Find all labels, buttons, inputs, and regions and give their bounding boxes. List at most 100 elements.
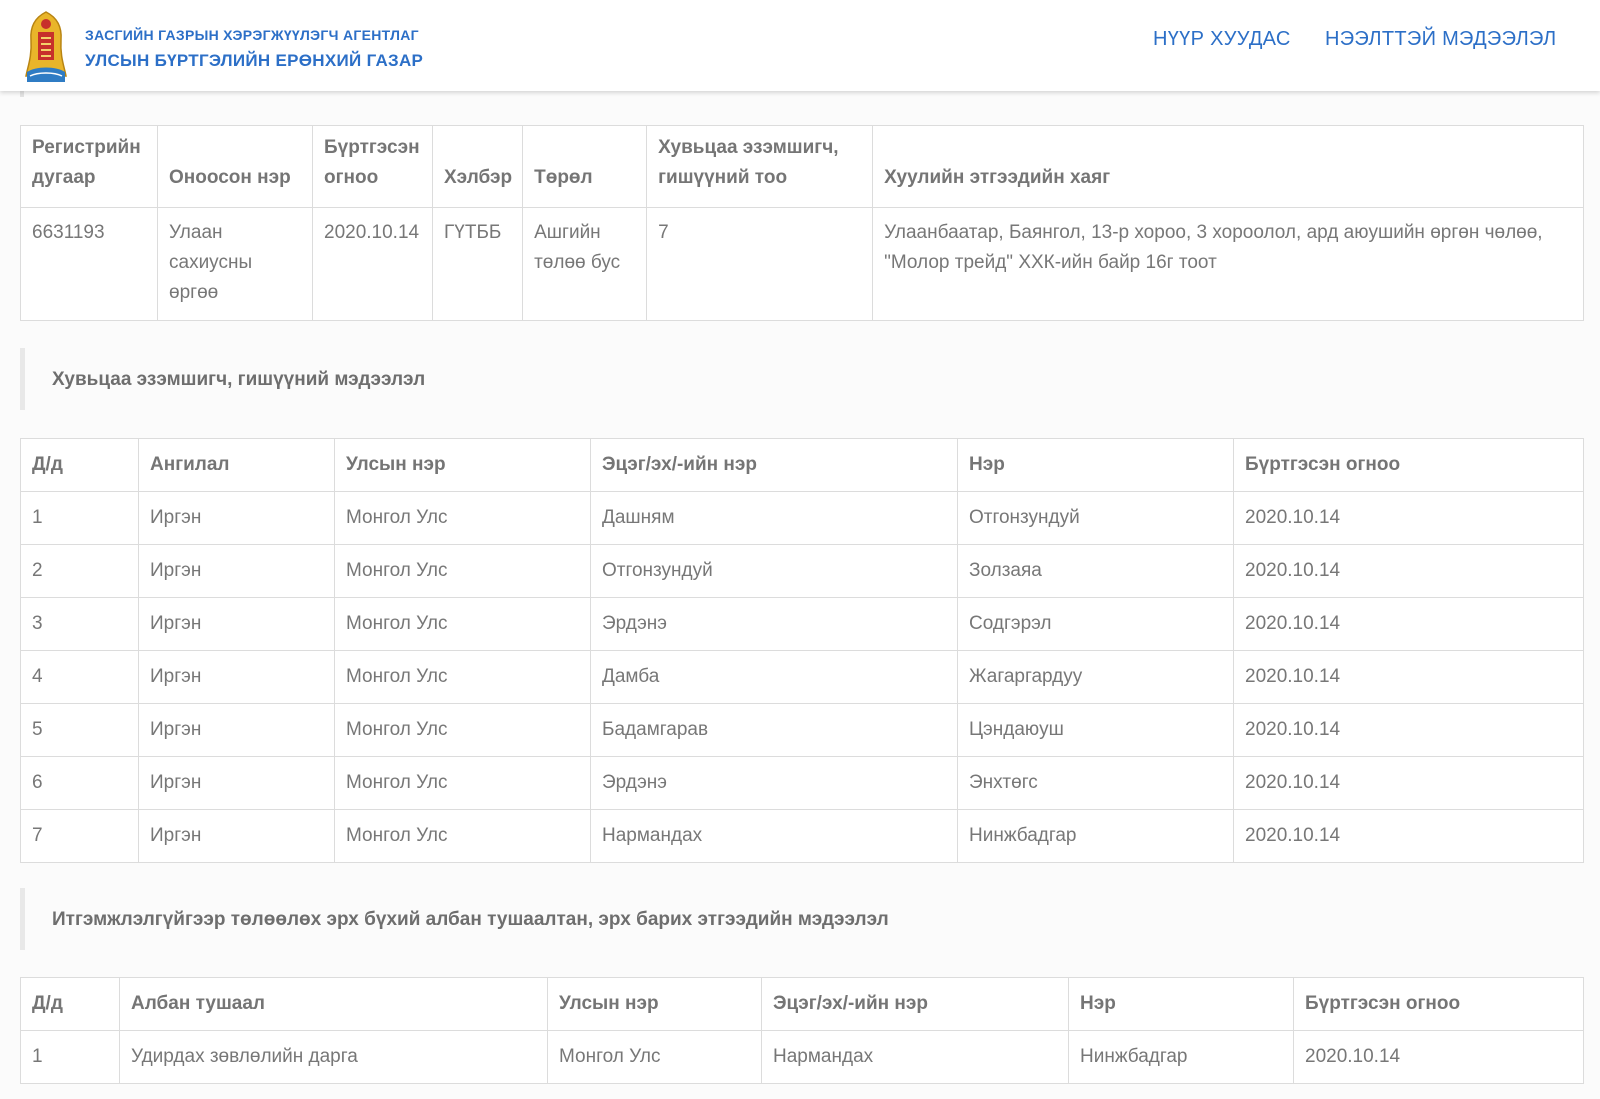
table-row: 1 Удирдах зөвлөлийн дарга Монгол Улс Нарман… [20,1030,1584,1084]
table-cell: Иргэн [138,650,335,704]
table-row: 4 Иргэн Монгол Улс Дамба Жагаргардуу 2020.10.… [20,650,1584,704]
table-cell: Иргэн [138,756,335,810]
table-cell: Иргэн [138,597,335,651]
table-cell: Монгол Улс [334,491,591,545]
agency-title: УЛСЫН БҮРТГЭЛИЙН ЕРӨНХИЙ ГАЗАР [85,51,424,70]
table-row: 7 Иргэн Монгол Улс Нармандах Нинжбадгар 2020.… [20,809,1584,863]
section-title: Итгэмжлэлгүйгээр төлөөлөх эрх бүхий алба… [52,909,889,930]
table-cell: 1 [20,1030,120,1084]
soyombo-emblem-icon[interactable] [24,10,68,84]
table-cell: 2020.10.14 [1233,544,1584,598]
col-header: Эцэг/эх/-ийн нэр [761,977,1069,1031]
nav-home-link[interactable]: НҮҮР ХУУДАС [1153,28,1291,51]
table-header-row: Д/д Ангилал Улсын нэр Эцэг/эх/-ийн нэр Н… [20,438,1584,492]
cell-holders: 7 [646,207,874,321]
table-header-row: Регистрийн дугаар Оноосон нэр Бүртгэсэн … [20,125,1584,208]
table-cell: Монгол Улс [334,650,591,704]
col-header-date: Бүртгэсэн огноо [312,125,433,208]
table-cell: Монгол Улс [334,597,591,651]
table-cell: 2020.10.14 [1233,650,1584,704]
section-title: Хувьцаа эзэмшигч, гишүүний мэдээлэл [52,369,426,390]
table-cell: Бадамгарав [590,703,958,757]
table-cell: Нинжбадгар [957,809,1234,863]
table-cell: Нармандах [761,1030,1069,1084]
table-cell: Иргэн [138,703,335,757]
table-row: 6631193 Улаан сахиусны өргөө 2020.10.14 … [20,207,1584,321]
officials-section-heading: Итгэмжлэлгүйгээр төлөөлөх эрх бүхий алба… [20,888,1020,950]
divider [20,91,24,97]
table-cell: Иргэн [138,809,335,863]
table-cell: 1 [20,491,139,545]
table-cell: Жагаргардуу [957,650,1234,704]
col-header-address: Хуулийн этгээдийн хаяг [872,125,1584,208]
table-cell: Нинжбадгар [1068,1030,1294,1084]
col-header: Д/д [20,977,120,1031]
table-cell: 5 [20,703,139,757]
col-header-form: Хэлбэр [431,125,524,208]
table-cell: Иргэн [138,491,335,545]
table-cell: Содгэрэл [957,597,1234,651]
table-cell: 6 [20,756,139,810]
cell-reg: 6631193 [20,207,158,321]
table-cell: Цэндаюуш [957,703,1234,757]
col-header: Бүртгэсэн огноо [1233,438,1584,492]
table-cell: Монгол Улс [334,544,591,598]
table-cell: Золзаяа [957,544,1234,598]
table-cell: 2020.10.14 [1293,1030,1584,1084]
table-cell: Отгонзундуй [957,491,1234,545]
cell-address: Улаанбаатар, Баянгол, 13-р хороо, 3 хоро… [872,207,1584,321]
table-cell: Монгол Улс [334,809,591,863]
table-cell: Дамба [590,650,958,704]
table-header-row: Д/д Албан тушаал Улсын нэр Эцэг/эх/-ийн … [20,977,1584,1031]
col-header: Д/д [20,438,139,492]
table-cell: 7 [20,809,139,863]
col-header-holders: Хувьцаа эзэмшигч, гишүүний тоо [646,125,874,208]
col-header-reg: Регистрийн дугаар [20,125,158,208]
table-cell: Иргэн [138,544,335,598]
table-cell: 2020.10.14 [1233,756,1584,810]
cell-type: Ашгийн төлөө бус [522,207,648,321]
col-header: Нэр [957,438,1234,492]
col-header: Улсын нэр [547,977,762,1031]
table-cell: 2020.10.14 [1233,809,1584,863]
entity-table: Регистрийн дугаар Оноосон нэр Бүртгэсэн … [20,125,1584,321]
table-cell: 2020.10.14 [1233,703,1584,757]
cell-name: Улаан сахиусны өргөө [157,207,313,321]
site-header: ЗАСГИЙН ГАЗРЫН ХЭРЭГЖҮҮЛЭГЧ АГЕНТЛАГ УЛС… [0,0,1600,91]
table-cell: 4 [20,650,139,704]
table-row: 3 Иргэн Монгол Улс Эрдэнэ Содгэрэл 2020.10.14 [20,597,1584,651]
table-cell: Энхтөгс [957,756,1234,810]
table-row: 2 Иргэн Монгол Улс Отгонзундуй Золзаяа 2020.1… [20,544,1584,598]
col-header: Албан тушаал [119,977,548,1031]
nav-open-info-link[interactable]: НЭЭЛТТЭЙ МЭДЭЭЛЭЛ [1325,28,1556,51]
members-section-heading: Хувьцаа эзэмшигч, гишүүний мэдээлэл [20,348,620,410]
table-cell: Монгол Улс [334,703,591,757]
table-row: 6 Иргэн Монгол Улс Эрдэнэ Энхтөгс 2020.10.14 [20,756,1584,810]
table-cell: Эрдэнэ [590,597,958,651]
col-header: Ангилал [138,438,335,492]
table-cell: 2 [20,544,139,598]
col-header-name: Оноосон нэр [157,125,313,208]
table-cell: Монгол Улс [547,1030,762,1084]
table-row: 1 Иргэн Монгол Улс Дашням Отгонзундуй 2020.10… [20,491,1584,545]
agency-subtitle: ЗАСГИЙН ГАЗРЫН ХЭРЭГЖҮҮЛЭГЧ АГЕНТЛАГ [85,27,419,43]
col-header: Нэр [1068,977,1294,1031]
table-cell: 3 [20,597,139,651]
col-header-type: Төрөл [522,125,648,208]
table-cell: Монгол Улс [334,756,591,810]
col-header: Эцэг/эх/-ийн нэр [590,438,958,492]
cell-date: 2020.10.14 [312,207,433,321]
table-cell: Эрдэнэ [590,756,958,810]
table-cell: Удирдах зөвлөлийн дарга [119,1030,548,1084]
table-row: 5 Иргэн Монгол Улс Бадамгарав Цэндаюуш 2020.1… [20,703,1584,757]
table-cell: Дашням [590,491,958,545]
table-cell: 2020.10.14 [1233,491,1584,545]
table-cell: Отгонзундуй [590,544,958,598]
members-table: Д/д Ангилал Улсын нэр Эцэг/эх/-ийн нэр Н… [20,438,1584,863]
table-cell: 2020.10.14 [1233,597,1584,651]
officials-table: Д/д Албан тушаал Улсын нэр Эцэг/эх/-ийн … [20,977,1584,1084]
cell-form: ГҮТББ [431,207,524,321]
col-header: Улсын нэр [334,438,591,492]
col-header: Бүртгэсэн огноо [1293,977,1584,1031]
table-cell: Нармандах [590,809,958,863]
